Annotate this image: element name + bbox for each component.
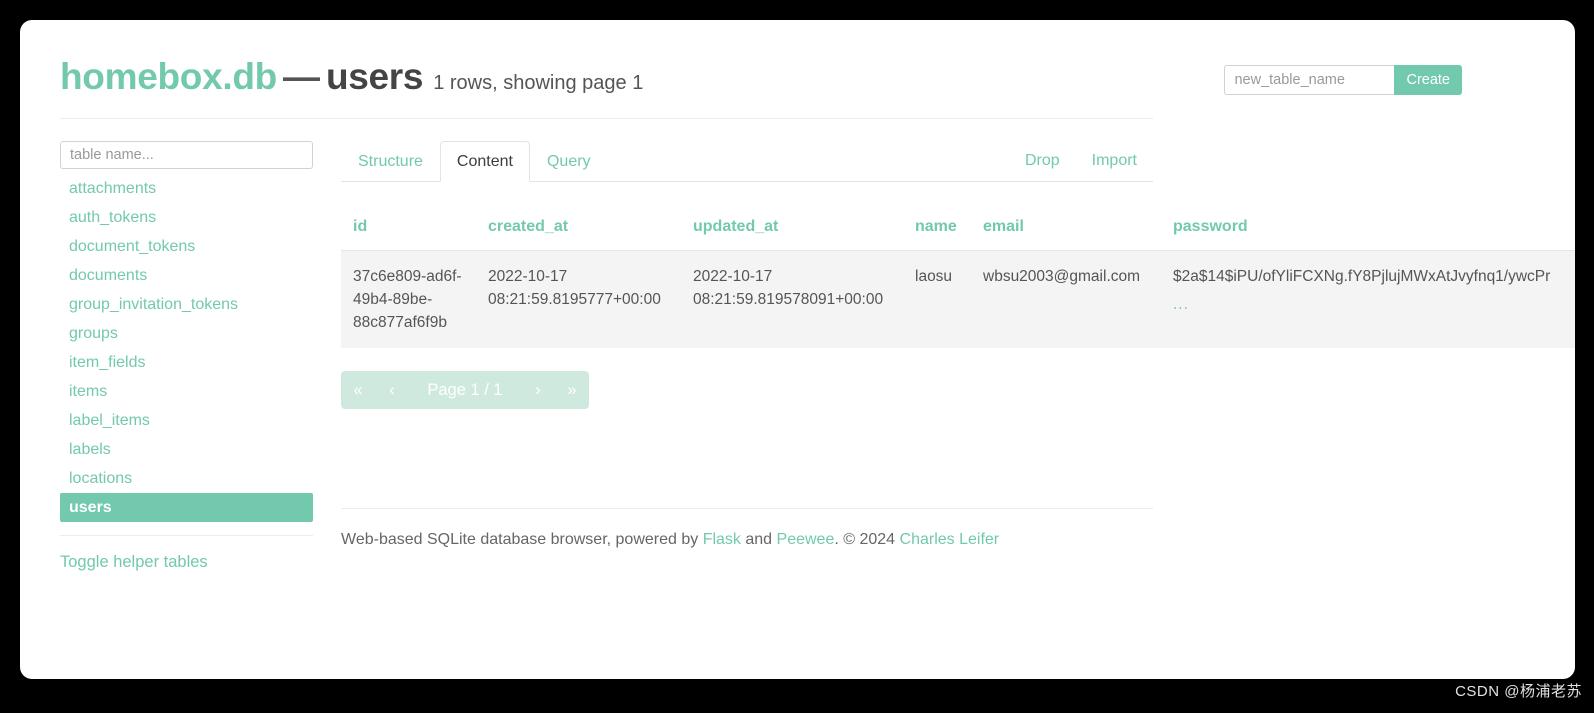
table-head: id created_at updated_at name email pass… xyxy=(341,210,1575,251)
pagination-prev-button[interactable]: ‹ xyxy=(375,371,409,409)
create-table-button[interactable]: Create xyxy=(1394,65,1462,95)
cell-email: wbsu2003@gmail.com xyxy=(971,250,1161,348)
pagination-first-button[interactable]: « xyxy=(341,371,375,409)
pagination-page-label: Page 1 / 1 xyxy=(427,381,503,399)
new-table-name-input[interactable] xyxy=(1224,65,1395,95)
sidebar-item-groups[interactable]: groups xyxy=(60,319,313,348)
table-header-row: id created_at updated_at name email pass… xyxy=(341,210,1575,251)
list-item: items xyxy=(60,377,313,406)
column-header-created-at[interactable]: created_at xyxy=(476,210,681,251)
tab-bar: Structure Content Query Drop Import xyxy=(341,141,1153,182)
list-item: groups xyxy=(60,319,313,348)
tab-content-item: Content xyxy=(439,141,530,182)
list-item: item_fields xyxy=(60,348,313,377)
footer-text-copyright: . © 2024 xyxy=(834,531,900,548)
column-header-id[interactable]: id xyxy=(341,210,476,251)
title-separator: — xyxy=(282,56,320,97)
browser-viewport: homebox.db—users1 rows, showing page 1 C… xyxy=(20,20,1575,679)
page-footer: Web-based SQLite database browser, power… xyxy=(341,508,1153,549)
list-item: labels xyxy=(60,435,313,464)
table-list: attachments auth_tokens document_tokens … xyxy=(60,174,313,522)
cell-id: 37c6e809-ad6f-49b4-89be-88c877af6f9b xyxy=(341,250,476,348)
cell-updated-at: 2022-10-17 08:21:59.819578091+00:00 xyxy=(681,250,903,348)
pagination-next-button[interactable]: › xyxy=(521,371,555,409)
create-table-form: Create xyxy=(1224,65,1462,95)
peewee-link[interactable]: Peewee xyxy=(777,531,835,548)
pagination-last-button[interactable]: » xyxy=(555,371,589,409)
row-count-summary: 1 rows, showing page 1 xyxy=(433,72,644,94)
author-link[interactable]: Charles Leifer xyxy=(900,531,1000,548)
page-header: homebox.db—users 1 rows, showing page 1 C… xyxy=(20,20,1575,118)
column-header-updated-at[interactable]: updated_at xyxy=(681,210,903,251)
data-table: id created_at updated_at name email pass… xyxy=(341,210,1575,348)
expand-truncated-value-link[interactable]: ... xyxy=(1173,293,1575,316)
footer-credit: Web-based SQLite database browser, power… xyxy=(341,531,1153,549)
sidebar-item-group-invitation-tokens[interactable]: group_invitation_tokens xyxy=(60,290,313,319)
tab-query[interactable]: Query xyxy=(530,141,608,182)
footer-text-before: Web-based SQLite database browser, power… xyxy=(341,531,703,548)
sidebar: attachments auth_tokens document_tokens … xyxy=(60,141,313,572)
pagination: « ‹ Page 1 / 1 › » xyxy=(341,371,589,409)
sidebar-item-auth-tokens[interactable]: auth_tokens xyxy=(60,203,313,232)
list-item: document_tokens xyxy=(60,232,313,261)
list-item: documents xyxy=(60,261,313,290)
cell-created-at: 2022-10-17 08:21:59.8195777+00:00 xyxy=(476,250,681,348)
list-item: attachments xyxy=(60,174,313,203)
list-item: auth_tokens xyxy=(60,203,313,232)
tab-structure-item: Structure xyxy=(341,141,440,182)
sidebar-item-users[interactable]: users xyxy=(60,493,313,522)
list-item: group_invitation_tokens xyxy=(60,290,313,319)
header-divider xyxy=(60,118,1153,119)
database-name: homebox.db xyxy=(60,56,277,97)
list-item: Import xyxy=(1076,141,1153,180)
footer-divider xyxy=(341,508,1153,509)
current-table-name: users xyxy=(325,56,424,97)
sidebar-item-locations[interactable]: locations xyxy=(60,464,313,493)
sidebar-item-items[interactable]: items xyxy=(60,377,313,406)
sidebar-item-documents[interactable]: documents xyxy=(60,261,313,290)
sidebar-item-label-items[interactable]: label_items xyxy=(60,406,313,435)
import-link[interactable]: Import xyxy=(1076,141,1153,180)
watermark: CSDN @杨浦老苏 xyxy=(1455,683,1582,700)
list-item: users xyxy=(60,493,313,522)
sidebar-item-labels[interactable]: labels xyxy=(60,435,313,464)
list-item: label_items xyxy=(60,406,313,435)
tab-group: Structure Content Query xyxy=(341,141,608,182)
drop-table-link[interactable]: Drop xyxy=(1009,141,1076,180)
footer-text-and: and xyxy=(740,531,777,548)
cell-password: $2a$14$iPU/ofYliFCXNg.fY8PjlujMWxAtJvyfn… xyxy=(1161,250,1575,348)
list-item: Drop xyxy=(1009,141,1076,180)
sidebar-divider xyxy=(60,535,313,536)
table-body: 37c6e809-ad6f-49b4-89be-88c877af6f9b 202… xyxy=(341,250,1575,348)
toggle-helper-tables-link[interactable]: Toggle helper tables xyxy=(60,553,208,572)
sidebar-item-document-tokens[interactable]: document_tokens xyxy=(60,232,313,261)
page-title: homebox.db — users 1 rows, showing page 1 xyxy=(60,56,643,98)
list-item: locations xyxy=(60,464,313,493)
password-hash-text: $2a$14$iPU/ofYliFCXNg.fY8PjlujMWxAtJvyfn… xyxy=(1173,268,1551,285)
column-header-name[interactable]: name xyxy=(903,210,971,251)
table-row: 37c6e809-ad6f-49b4-89be-88c877af6f9b 202… xyxy=(341,250,1575,348)
sidebar-item-item-fields[interactable]: item_fields xyxy=(60,348,313,377)
app-page: homebox.db—users1 rows, showing page 1 C… xyxy=(20,20,1575,679)
tab-content[interactable]: Content xyxy=(439,141,530,182)
screenshot-root: homebox.db—users1 rows, showing page 1 C… xyxy=(0,0,1594,713)
sidebar-item-attachments[interactable]: attachments xyxy=(60,174,313,203)
tab-structure[interactable]: Structure xyxy=(341,141,440,182)
table-filter-input[interactable] xyxy=(60,141,313,169)
tab-actions: Drop Import xyxy=(1009,141,1153,180)
main-content: Structure Content Query Drop Import id c… xyxy=(341,141,1575,409)
column-header-password[interactable]: password xyxy=(1161,210,1575,251)
data-table-container: id created_at updated_at name email pass… xyxy=(341,210,1575,348)
cell-name: laosu xyxy=(903,250,971,348)
flask-link[interactable]: Flask xyxy=(703,531,741,548)
column-header-email[interactable]: email xyxy=(971,210,1161,251)
tab-query-item: Query xyxy=(530,141,608,182)
